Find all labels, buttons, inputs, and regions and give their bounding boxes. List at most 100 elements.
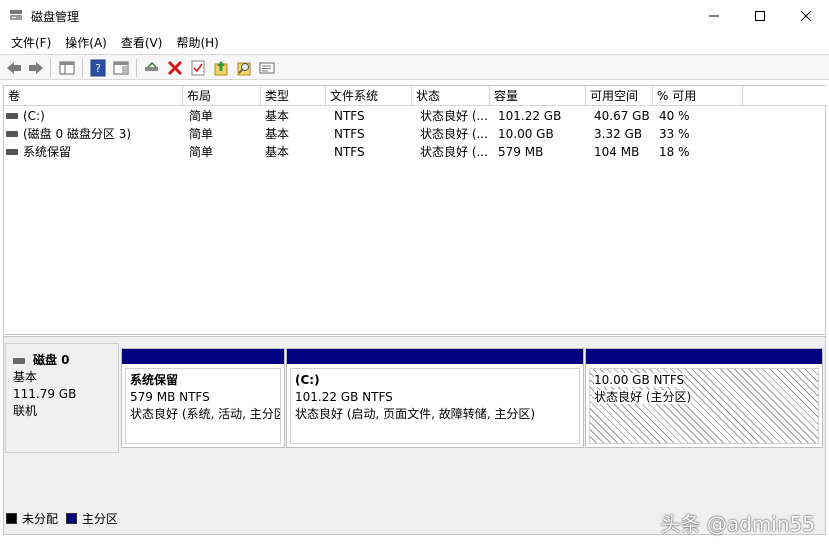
partition-color-bar bbox=[287, 349, 583, 364]
volume-list[interactable]: 卷 布局 类型 文件系统 状态 容量 可用空间 % 可用 (C:) 简单 基本 … bbox=[3, 85, 827, 335]
delete-icon[interactable] bbox=[166, 59, 184, 77]
maximize-icon bbox=[755, 11, 765, 21]
table-row[interactable]: (磁盘 0 磁盘分区 3) 简单 基本 NTFS 状态良好 (... 10.00… bbox=[4, 125, 827, 143]
window-title: 磁盘管理 bbox=[31, 10, 80, 24]
minimize-button[interactable] bbox=[691, 0, 737, 32]
volume-icon bbox=[6, 131, 18, 137]
legend-label: 主分区 bbox=[82, 511, 119, 526]
status-cell: 状态良好 (... bbox=[420, 109, 488, 123]
column-header-type[interactable]: 类型 bbox=[261, 86, 326, 106]
legend-label: 未分配 bbox=[22, 511, 59, 526]
close-icon bbox=[800, 10, 812, 22]
percent-free-cell: 40 % bbox=[659, 109, 690, 123]
column-header-status[interactable]: 状态 bbox=[412, 86, 490, 106]
partition-body: 系统保留 579 MB NTFS 状态良好 (系统, 活动, 主分区) bbox=[125, 368, 281, 444]
toolbar-separator bbox=[82, 59, 83, 77]
menu-file[interactable]: 文件(F) bbox=[4, 33, 58, 53]
column-header-free-space[interactable]: 可用空间 bbox=[586, 86, 653, 106]
toolbar-separator bbox=[50, 59, 51, 77]
disk-info-panel[interactable]: 磁盘 0 基本 111.79 GB 联机 bbox=[5, 343, 119, 453]
partition-body: (C:) 101.22 GB NTFS 状态良好 (启动, 页面文件, 故障转储… bbox=[290, 368, 580, 444]
menu-help[interactable]: 帮助(H) bbox=[169, 33, 225, 53]
percent-free-cell: 18 % bbox=[659, 145, 690, 159]
layout-cell: 简单 bbox=[189, 127, 214, 141]
disk-management-app-icon bbox=[10, 10, 22, 20]
partition-c-drive[interactable]: (C:) 101.22 GB NTFS 状态良好 (启动, 页面文件, 故障转储… bbox=[286, 348, 584, 448]
column-header-percent-free[interactable]: % 可用 bbox=[653, 86, 743, 106]
partition-status: 状态良好 (系统, 活动, 主分区) bbox=[130, 407, 281, 421]
help-icon[interactable]: ? bbox=[89, 59, 107, 77]
free-space-cell: 3.32 GB bbox=[594, 127, 643, 141]
forward-icon[interactable] bbox=[27, 59, 45, 77]
title-bar: 磁盘管理 bbox=[0, 0, 829, 32]
column-header-capacity[interactable]: 容量 bbox=[490, 86, 586, 106]
volume-icon bbox=[6, 149, 18, 155]
free-space-cell: 40.67 GB bbox=[594, 109, 650, 123]
partition-system-reserved[interactable]: 系统保留 579 MB NTFS 状态良好 (系统, 活动, 主分区) bbox=[121, 348, 285, 448]
type-cell: 基本 bbox=[265, 109, 290, 123]
maximize-button[interactable] bbox=[737, 0, 783, 32]
legend-swatch-primary bbox=[66, 512, 78, 524]
show-pane-icon[interactable] bbox=[112, 59, 130, 77]
volume-cell: (C:) bbox=[4, 107, 183, 125]
legend-item-unallocated: 未分配 bbox=[6, 510, 58, 527]
disk-status: 联机 bbox=[13, 404, 38, 418]
filesystem-cell: NTFS bbox=[334, 127, 365, 141]
volume-list-header: 卷 布局 类型 文件系统 状态 容量 可用空间 % 可用 bbox=[4, 86, 827, 106]
column-header-layout[interactable]: 布局 bbox=[183, 86, 261, 106]
svg-text:?: ? bbox=[95, 62, 101, 75]
layout-cell: 简单 bbox=[189, 145, 214, 159]
partition-body: 10.00 GB NTFS 状态良好 (主分区) bbox=[589, 368, 819, 444]
percent-free-cell: 33 % bbox=[659, 127, 690, 141]
partition-status: 状态良好 (主分区) bbox=[594, 390, 692, 404]
volume-name: (磁盘 0 磁盘分区 3) bbox=[23, 127, 132, 141]
volume-name: (C:) bbox=[23, 109, 45, 123]
export-icon[interactable] bbox=[212, 59, 230, 77]
volume-cell: (磁盘 0 磁盘分区 3) bbox=[4, 125, 183, 143]
type-cell: 基本 bbox=[265, 145, 290, 159]
menu-bar: 文件(F) 操作(A) 查看(V) 帮助(H) bbox=[0, 33, 829, 53]
legend-swatch-unallocated bbox=[6, 512, 17, 524]
type-cell: 基本 bbox=[265, 127, 290, 141]
free-space-cell: 104 MB bbox=[594, 145, 640, 159]
menu-view[interactable]: 查看(V) bbox=[114, 33, 170, 53]
status-cell: 状态良好 (... bbox=[420, 127, 488, 141]
status-cell: 状态良好 (... bbox=[420, 145, 488, 159]
capacity-cell: 10.00 GB bbox=[498, 127, 554, 141]
minimize-icon bbox=[709, 15, 719, 17]
partition-name: (C:) bbox=[295, 373, 320, 387]
column-header-volume[interactable]: 卷 bbox=[4, 86, 183, 106]
table-row[interactable]: (C:) 简单 基本 NTFS 状态良好 (... 101.22 GB 40.6… bbox=[4, 107, 827, 125]
partition-3-selected[interactable]: 10.00 GB NTFS 状态良好 (主分区) bbox=[585, 348, 823, 448]
legend: 未分配 主分区 bbox=[6, 510, 126, 526]
volume-icon bbox=[6, 113, 18, 119]
watermark: 头条 @admin55 bbox=[660, 512, 815, 536]
partition-size: 10.00 GB NTFS bbox=[594, 373, 685, 387]
check-icon[interactable] bbox=[189, 59, 207, 77]
partition-size: 101.22 GB NTFS bbox=[295, 390, 393, 404]
capacity-cell: 579 MB bbox=[498, 145, 544, 159]
search-icon[interactable] bbox=[235, 59, 253, 77]
disk-name-row: 磁盘 0 bbox=[13, 352, 118, 369]
back-icon[interactable] bbox=[5, 59, 23, 77]
toolbar: ? bbox=[0, 54, 829, 80]
column-header-filesystem[interactable]: 文件系统 bbox=[326, 86, 412, 106]
console-tree-icon[interactable] bbox=[58, 59, 76, 77]
legend-item-primary: 主分区 bbox=[66, 510, 118, 527]
properties-icon[interactable] bbox=[258, 59, 276, 77]
volume-name: 系统保留 bbox=[23, 145, 72, 159]
partition-size: 579 MB NTFS bbox=[130, 390, 210, 404]
volume-cell: 系统保留 bbox=[4, 143, 183, 161]
partition-color-bar bbox=[586, 349, 822, 364]
toolbar-separator bbox=[136, 59, 137, 77]
disk-graphical-view: 磁盘 0 基本 111.79 GB 联机 系统保留 579 MB NTFS 状态… bbox=[3, 336, 826, 535]
table-row[interactable]: 系统保留 简单 基本 NTFS 状态良好 (... 579 MB 104 MB … bbox=[4, 143, 827, 161]
filesystem-cell: NTFS bbox=[334, 145, 365, 159]
disk-name: 磁盘 0 bbox=[33, 353, 70, 367]
menu-action[interactable]: 操作(A) bbox=[58, 33, 114, 53]
connect-icon[interactable] bbox=[143, 59, 161, 77]
partition-color-bar bbox=[122, 349, 284, 364]
partition-status: 状态良好 (启动, 页面文件, 故障转储, 主分区) bbox=[295, 407, 536, 421]
filesystem-cell: NTFS bbox=[334, 109, 365, 123]
close-button[interactable] bbox=[783, 0, 829, 32]
